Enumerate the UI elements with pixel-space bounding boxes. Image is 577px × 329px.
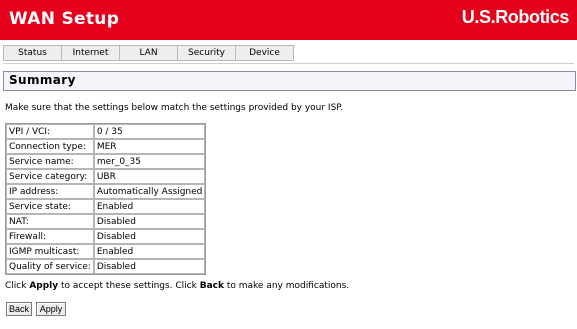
tab-security[interactable]: Security [178,46,236,60]
intro-text: Make sure that the settings below match … [5,103,344,113]
header-bar: WAN Setup U.S.Robotics [0,0,577,40]
page-title: WAN Setup [9,9,120,29]
tab-status[interactable]: Status [4,46,62,60]
setting-value: mer_0_35 [93,154,206,169]
back-button[interactable]: Back [6,302,32,316]
apply-note-apply-word: Apply [29,281,59,291]
apply-note-back-word: Back [199,281,224,291]
setting-label: Connection type: [6,139,94,154]
brand-logo: U.S.Robotics [461,7,570,27]
setting-value: Disabled [93,259,206,274]
section-title: Summary [9,73,76,87]
section-header: Summary [3,71,576,91]
table-row: Firewall: Disabled [6,229,206,244]
tab-lan[interactable]: LAN [120,46,178,60]
setting-label: IP address: [6,184,94,199]
nav-tabs: Status Internet LAN Security Device [3,45,294,61]
setting-value: 0 / 35 [93,124,206,139]
setting-label: IGMP multicast: [6,244,94,259]
apply-note-text-1: Click [5,281,30,291]
settings-table: VPI / VCI: 0 / 35 Connection type: MER S… [5,123,207,275]
setting-label: Service state: [6,199,94,214]
table-row: Quality of service: Disabled [6,259,206,274]
setting-value: Enabled [93,199,206,214]
table-row: VPI / VCI: 0 / 35 [6,124,206,139]
apply-note-text-3: to make any modifications. [223,281,350,291]
tab-device[interactable]: Device [236,46,293,60]
table-row: Service name: mer_0_35 [6,154,206,169]
setting-value: Disabled [93,229,206,244]
tab-internet[interactable]: Internet [62,46,120,60]
apply-instructions: Click Apply to accept these settings. Cl… [5,281,349,291]
setting-value: UBR [93,169,206,184]
setting-label: Quality of service: [6,259,94,274]
setting-label: VPI / VCI: [6,124,94,139]
table-row: Service state: Enabled [6,199,206,214]
setting-value: Enabled [93,244,206,259]
setting-label: Firewall: [6,229,94,244]
setting-value: MER [93,139,206,154]
table-row: NAT: Disabled [6,214,206,229]
nav-divider [3,63,574,64]
setting-label: Service category: [6,169,94,184]
table-row: IGMP multicast: Enabled [6,244,206,259]
setting-label: Service name: [6,154,94,169]
setting-value: Disabled [93,214,206,229]
table-row: IP address: Automatically Assigned [6,184,206,199]
table-row: Service category: UBR [6,169,206,184]
table-row: Connection type: MER [6,139,206,154]
apply-note-text-2: to accept these settings. Click [58,281,200,291]
setting-value: Automatically Assigned [93,184,206,199]
apply-button[interactable]: Apply [36,302,66,316]
setting-label: NAT: [6,214,94,229]
